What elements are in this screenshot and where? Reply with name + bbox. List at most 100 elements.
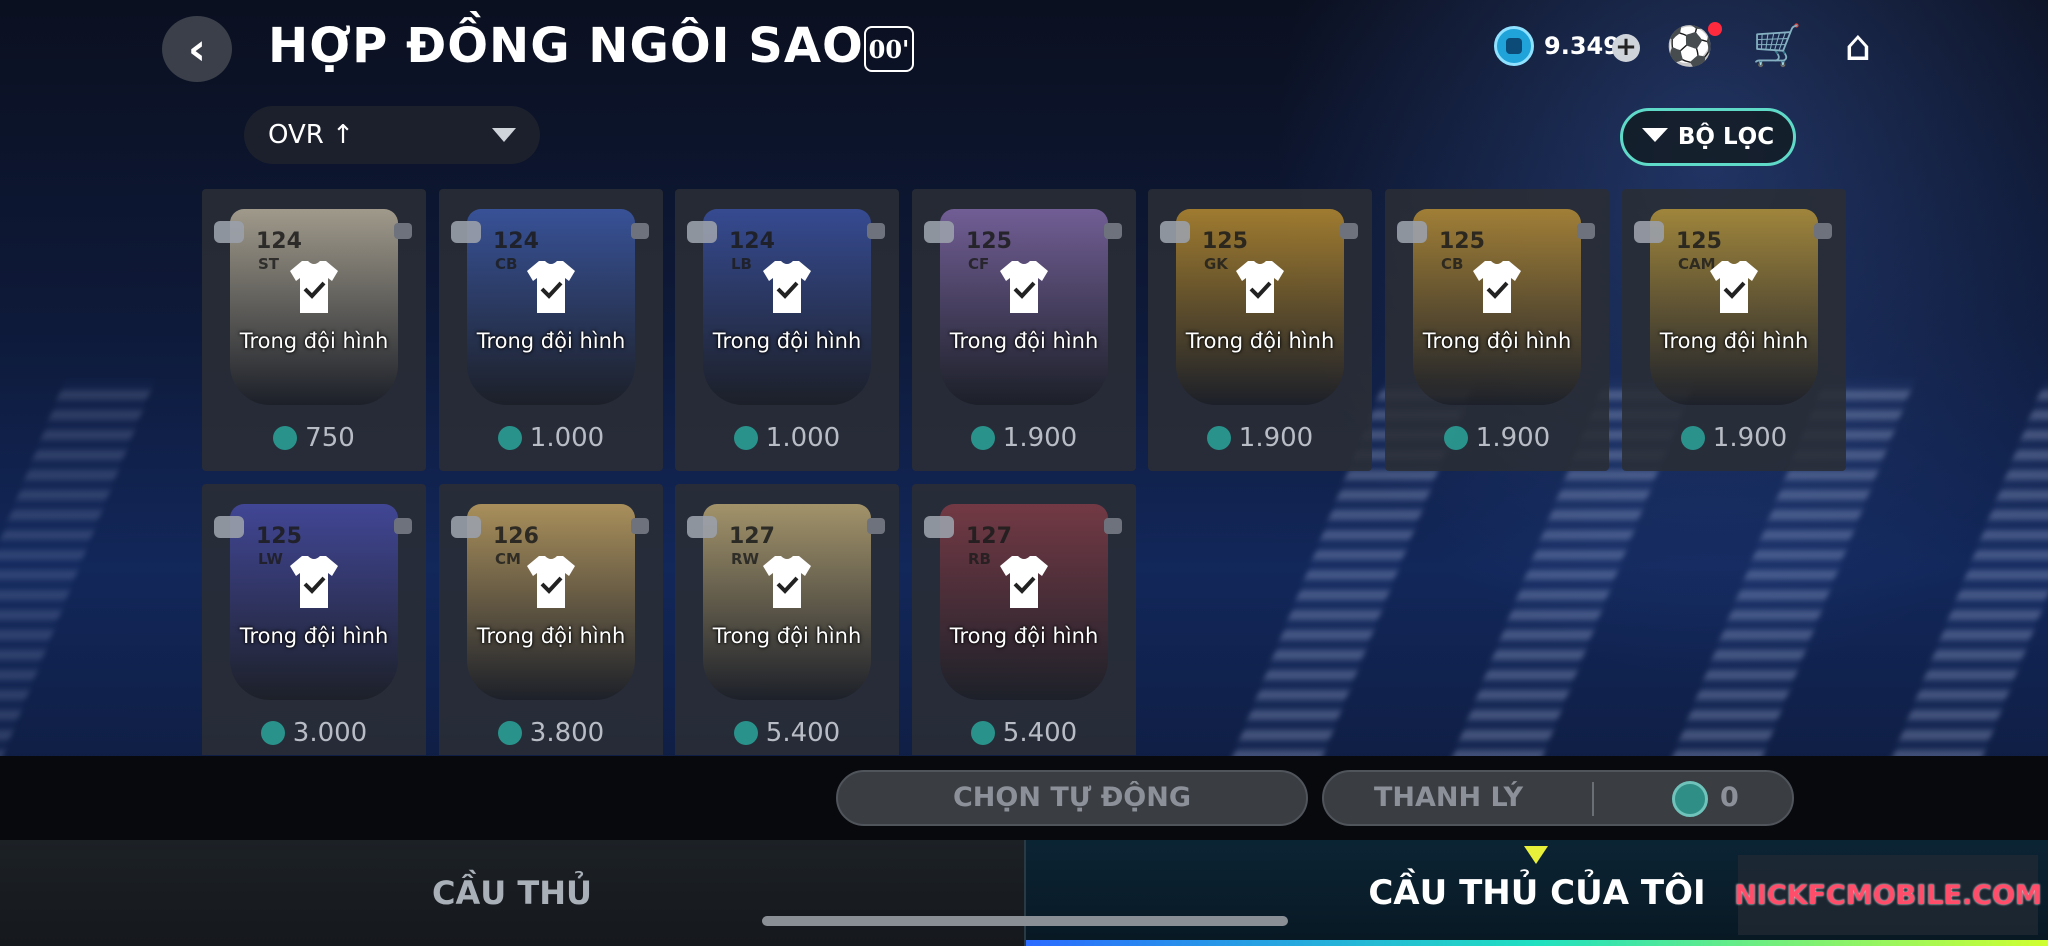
back-button[interactable]: ‹ [162,16,232,82]
lock-icon [1577,223,1595,239]
player-card[interactable]: 125 CB Trong đội hình 1.900 [1385,189,1609,471]
active-tab-underline [1026,940,2048,946]
coin-icon [497,721,522,745]
title-badge: 00' [864,26,914,72]
card-status: Trong đội hình [476,624,626,648]
coin-icon [497,426,522,450]
player-position: ST [258,255,280,273]
player-ovr: 127 [966,524,1012,549]
card-price: 1.000 [765,423,841,453]
cart-icon[interactable]: 🛒 [1752,22,1802,70]
player-card[interactable]: 125 GK Trong đội hình 1.900 [1148,189,1372,471]
price-row: 3.800 [439,718,663,748]
home-icon[interactable]: ⌂ [1834,22,1882,70]
coin-icon [1494,26,1534,66]
player-position: RW [731,550,760,568]
lock-icon [867,223,885,239]
lock-icon [631,223,649,239]
player-card[interactable]: 124 CB Trong đội hình 1.000 [439,189,663,471]
tab-my-players-label: CẦU THỦ CỦA TÔI [1368,873,1706,913]
notification-dot [1708,22,1722,36]
tab-players[interactable]: CẦU THỦ [0,840,1024,946]
coin-icon [1672,781,1708,817]
home-indicator-bar [762,916,1288,926]
page-title: HỢP ĐỒNG NGÔI SAO [268,18,864,74]
in-squad-jersey-icon [763,261,811,313]
player-card[interactable]: 127 RB Trong đội hình 5.400 [912,484,1136,755]
price-row: 1.000 [439,423,663,453]
in-squad-jersey-icon [527,556,575,608]
price-row: 1.900 [1385,423,1609,453]
player-position: LB [731,255,752,273]
auto-select-button[interactable]: CHỌN TỰ ĐỘNG [836,770,1308,826]
card-type-icon [924,516,954,538]
player-card[interactable]: 124 ST Trong đội hình 750 [202,189,426,471]
card-status: Trong đội hình [476,329,626,353]
player-card[interactable]: 124 LB Trong đội hình 1.000 [675,189,899,471]
card-status: Trong đội hình [239,329,389,353]
card-price: 5.400 [1002,718,1078,748]
divider [1592,782,1594,816]
card-type-icon [687,221,717,243]
card-price: 1.900 [1002,423,1078,453]
player-card-grid: 124 ST Trong đội hình 750 124 CB Trong đội hìn… [202,189,1852,755]
player-position: RB [968,550,991,568]
coin-icon [1680,426,1705,450]
player-position: CB [1441,255,1464,273]
lock-icon [1104,223,1122,239]
player-position: GK [1204,255,1228,273]
price-row: 3.000 [202,718,426,748]
chevron-down-icon [492,128,516,142]
in-squad-jersey-icon [1473,261,1521,313]
lock-icon [867,518,885,534]
active-tab-indicator [1524,846,1548,864]
sort-label: OVR ↑ [268,120,354,150]
card-price: 5.400 [765,718,841,748]
player-ovr: 125 [966,229,1012,254]
sell-button[interactable]: THANH LÝ 0 [1322,770,1794,826]
price-row: 1.900 [912,423,1136,453]
price-row: 5.400 [912,718,1136,748]
player-position: CF [968,255,990,273]
coin-icon [970,426,995,450]
filter-button[interactable]: BỘ LỌC [1620,108,1796,166]
chevron-left-icon: ‹ [187,23,207,75]
coin-icon [970,721,995,745]
price-row: 750 [202,423,426,453]
price-row: 1.900 [1148,423,1372,453]
coin-icon [733,426,758,450]
lock-icon [631,518,649,534]
player-card[interactable]: 125 CAM Trong đội hình 1.900 [1622,189,1846,471]
lock-icon [394,518,412,534]
card-price: 1.000 [529,423,605,453]
player-ovr: 125 [1202,229,1248,254]
player-card[interactable]: 125 CF Trong đội hình 1.900 [912,189,1136,471]
player-card[interactable]: 127 RW Trong đội hình 5.400 [675,484,899,755]
player-ovr: 126 [493,524,539,549]
player-card[interactable]: 125 LW Trong đội hình 3.000 [202,484,426,755]
card-status: Trong đội hình [712,329,862,353]
player-card[interactable]: 126 CM Trong đội hình 3.800 [439,484,663,755]
card-price: 1.900 [1238,423,1314,453]
filter-icon [1641,128,1668,142]
coin-icon [1206,426,1231,450]
in-squad-jersey-icon [763,556,811,608]
player-ovr: 124 [729,229,775,254]
lock-icon [1104,518,1122,534]
sell-total: 0 [1720,782,1739,813]
card-status: Trong đội hình [239,624,389,648]
card-type-icon [451,516,481,538]
watermark: NICKFCMOBILE.COM [1734,855,2042,935]
player-ovr: 124 [493,229,539,254]
in-squad-jersey-icon [290,556,338,608]
in-squad-jersey-icon [527,261,575,313]
add-currency-button[interactable]: + [1612,34,1640,62]
sort-dropdown[interactable]: OVR ↑ [244,106,540,164]
lock-icon [394,223,412,239]
player-position: LW [258,550,283,568]
player-ovr: 125 [1439,229,1485,254]
player-ovr: 127 [729,524,775,549]
player-position: CB [495,255,518,273]
card-type-icon [451,221,481,243]
card-price: 3.000 [292,718,368,748]
